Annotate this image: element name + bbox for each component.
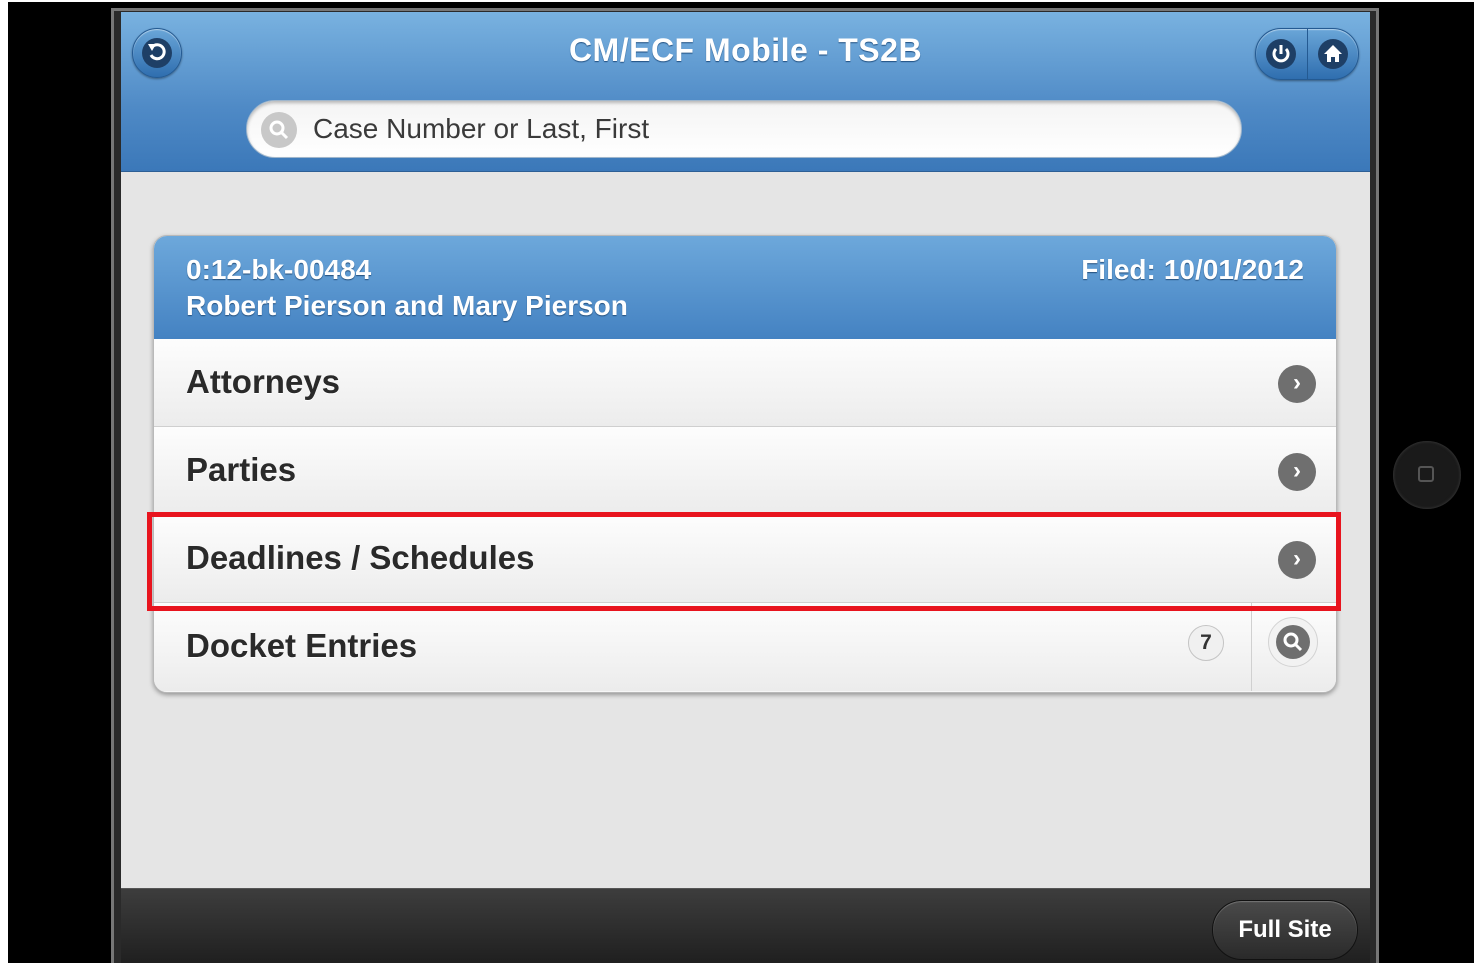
list-item-label: Deadlines / Schedules bbox=[186, 539, 535, 576]
search-icon bbox=[261, 112, 297, 148]
case-header: 0:12-bk-00484 Robert Pierson and Mary Pi… bbox=[154, 236, 1336, 340]
chevron-right-icon: › bbox=[1278, 541, 1316, 579]
list-item-attorneys[interactable]: Attorneys › bbox=[154, 339, 1336, 427]
filed-date: Filed: 10/01/2012 bbox=[1081, 254, 1304, 286]
square-icon bbox=[1418, 466, 1434, 482]
search-input[interactable] bbox=[313, 101, 1213, 157]
app-screen: CM/ECF Mobile - TS2B Case Number or Last… bbox=[121, 12, 1370, 963]
chevron-right-icon: › bbox=[1278, 365, 1316, 403]
home-icon bbox=[1318, 39, 1348, 69]
list-item-deadlines-schedules[interactable]: Deadlines / Schedules › bbox=[154, 515, 1336, 603]
case-card: 0:12-bk-00484 Robert Pierson and Mary Pi… bbox=[153, 235, 1337, 693]
list-item-label: Docket Entries bbox=[186, 627, 418, 664]
home-button[interactable] bbox=[1308, 29, 1359, 79]
header-button-group bbox=[1255, 28, 1359, 80]
chevron-right-icon: › bbox=[1278, 453, 1316, 491]
power-button[interactable] bbox=[1256, 29, 1307, 79]
count-badge: 7 bbox=[1188, 625, 1224, 661]
docket-search-button[interactable] bbox=[1268, 617, 1318, 667]
app-footer: Full Site bbox=[121, 888, 1370, 963]
list-item-docket-entries[interactable]: Docket Entries 7 bbox=[154, 603, 1336, 691]
filed-date-value: 10/01/2012 bbox=[1163, 254, 1304, 285]
search-bar[interactable] bbox=[246, 100, 1242, 158]
device-home-button[interactable] bbox=[1393, 441, 1461, 509]
filed-label: Filed: bbox=[1081, 254, 1156, 285]
case-number: 0:12-bk-00484 bbox=[186, 254, 372, 285]
search-icon bbox=[1276, 625, 1310, 659]
power-icon bbox=[1266, 39, 1296, 69]
list-item-label: Attorneys bbox=[186, 363, 341, 400]
case-parties-names: Robert Pierson and Mary Pierson bbox=[186, 290, 628, 321]
app-header: CM/ECF Mobile - TS2B bbox=[121, 12, 1370, 172]
list-item-label: Parties bbox=[186, 451, 297, 488]
list-item-parties[interactable]: Parties › bbox=[154, 427, 1336, 515]
split-divider bbox=[1251, 603, 1252, 691]
full-site-button[interactable]: Full Site bbox=[1212, 900, 1358, 960]
page-title: CM/ECF Mobile - TS2B bbox=[568, 32, 923, 68]
